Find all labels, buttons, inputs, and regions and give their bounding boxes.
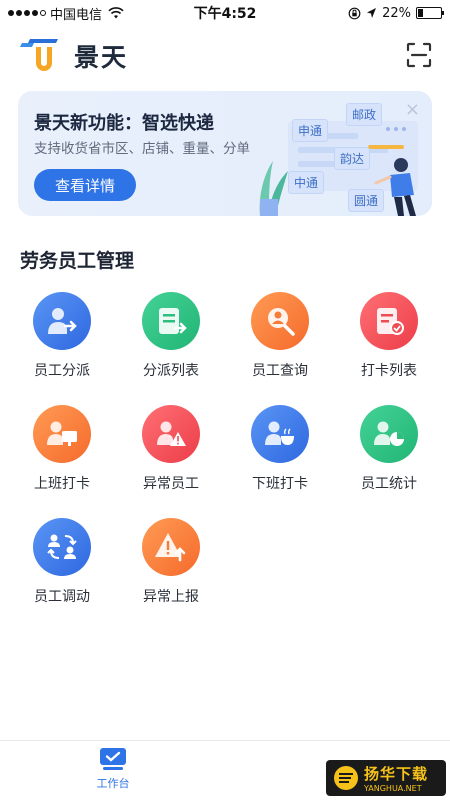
grid-item-label: 员工统计	[361, 476, 417, 492]
workbench-icon	[100, 748, 126, 770]
courier-tag-yuantong: 圆通	[348, 189, 385, 212]
status-time: 下午4:52	[193, 6, 257, 22]
grid-item-label: 员工分派	[34, 363, 90, 379]
grid-item-clock-in[interactable]: 上班打卡	[7, 405, 117, 505]
grid-item-abnormal-employee[interactable]: 异常员工	[116, 405, 226, 505]
promo-banner[interactable]: 景天新功能：智选快递 支持收货省市区、店铺、重量、分单 查看详情 × 邮政 申通…	[18, 91, 432, 216]
status-bar: 中国电信 下午4:52 22%	[0, 0, 450, 26]
watermark-main-text: 扬华下载	[364, 765, 429, 783]
courier-tag-zhongtong: 中通	[288, 171, 325, 194]
bottom-tab-bar: 工作台 扬华下载 YANGHUA.NET	[0, 740, 450, 800]
watermark-logo	[334, 766, 358, 790]
grid-item-label: 下班打卡	[252, 476, 308, 492]
signal-strength-icon	[8, 10, 46, 16]
site-watermark: 扬华下载 YANGHUA.NET	[326, 760, 446, 796]
courier-tag-yunda: 韵达	[334, 147, 371, 170]
clock-in-list-icon	[360, 292, 418, 350]
grid-item-clock-in-list[interactable]: 打卡列表	[334, 292, 444, 392]
view-details-button[interactable]: 查看详情	[34, 169, 136, 201]
grid-item-assign-list[interactable]: 分派列表	[116, 292, 226, 392]
employee-search-icon	[251, 292, 309, 350]
banner-title: 景天新功能：智选快递	[34, 113, 214, 134]
rotation-lock-icon	[348, 7, 361, 19]
employee-assign-icon	[33, 292, 91, 350]
employee-transfer-icon	[33, 518, 91, 576]
clock-out-icon	[251, 405, 309, 463]
battery-level	[418, 9, 423, 17]
grid-item-label: 员工调动	[34, 589, 90, 605]
abnormal-report-icon	[142, 518, 200, 576]
grid-item-label: 员工查询	[252, 363, 308, 379]
grid-item-employee-search[interactable]: 员工查询	[225, 292, 335, 392]
scan-icon[interactable]	[406, 42, 432, 68]
carrier-name: 中国电信	[50, 7, 103, 23]
grid-item-employee-transfer[interactable]: 员工调动	[7, 518, 117, 618]
grid-item-clock-out[interactable]: 下班打卡	[225, 405, 335, 505]
tab-label: 工作台	[96, 777, 130, 790]
courier-tag-shentong: 申通	[292, 119, 329, 142]
employee-stats-icon	[360, 405, 418, 463]
app-logo	[20, 39, 58, 71]
battery-icon	[416, 7, 444, 19]
grid-item-label: 异常上报	[143, 589, 199, 605]
banner-subtitle: 支持收货省市区、店铺、重量、分单	[34, 141, 250, 157]
tab-workbench[interactable]: 工作台	[73, 747, 153, 791]
courier-tag-youzheng: 邮政	[346, 103, 383, 126]
watermark-sub-text: YANGHUA.NET	[364, 784, 422, 793]
app-title: 景天	[74, 43, 129, 72]
grid-item-label: 异常员工	[143, 476, 199, 492]
grid-item-label: 上班打卡	[34, 476, 90, 492]
battery-percent: 22%	[382, 5, 411, 21]
section-title: 劳务员工管理	[20, 250, 135, 272]
app-header: 景天	[18, 36, 432, 76]
grid-item-employee-assign[interactable]: 员工分派	[7, 292, 117, 392]
clock-in-icon	[33, 405, 91, 463]
wifi-icon	[108, 7, 124, 19]
grid-item-abnormal-report[interactable]: 异常上报	[116, 518, 226, 618]
grid-item-label: 分派列表	[143, 363, 199, 379]
grid-item-employee-stats[interactable]: 员工统计	[334, 405, 444, 505]
assign-list-icon	[142, 292, 200, 350]
abnormal-employee-icon	[142, 405, 200, 463]
location-arrow-icon	[367, 8, 377, 18]
banner-illustration: 邮政 申通 韵达 中通 圆通	[238, 91, 432, 216]
grid-item-label: 打卡列表	[361, 363, 417, 379]
